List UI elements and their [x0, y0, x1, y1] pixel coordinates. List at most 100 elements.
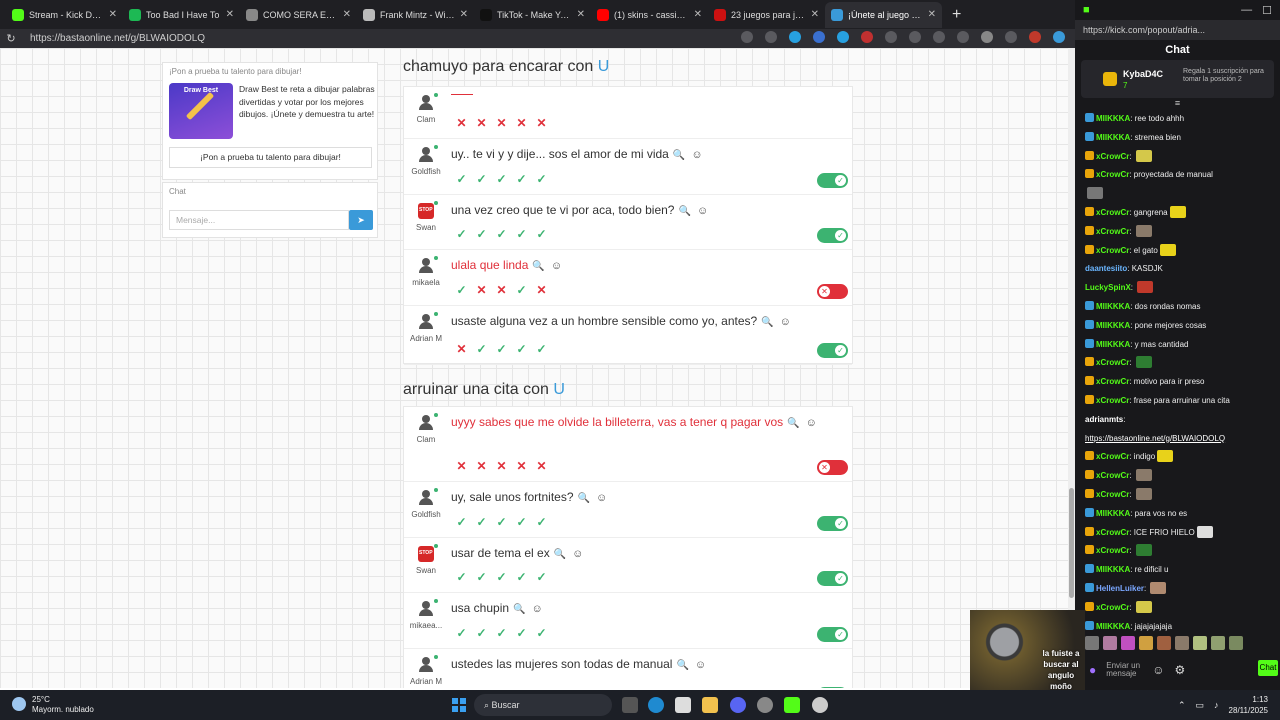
browser-tab[interactable]: Frank Mintz - Wikipedia ✕ — [357, 2, 474, 28]
chat-username[interactable]: xCrowCr — [1096, 227, 1129, 236]
edge-icon[interactable] — [648, 697, 664, 713]
weather-widget[interactable]: 25°C Mayorm. nublado — [12, 695, 94, 715]
vote-toggle[interactable]: ✕ — [817, 460, 848, 475]
search-icon[interactable]: 🔍 — [676, 660, 688, 671]
emote[interactable] — [1139, 636, 1153, 650]
browser-tab[interactable]: (1) skins - cassie & sk ✕ — [591, 2, 708, 28]
app-icon[interactable] — [812, 697, 828, 713]
copilot-icon[interactable] — [1053, 31, 1065, 43]
extension-icon[interactable] — [789, 31, 801, 43]
smile-icon[interactable]: ☺ — [697, 205, 708, 217]
smile-icon[interactable]: ☺ — [695, 659, 706, 671]
search-icon[interactable]: 🔍 — [787, 418, 799, 429]
pinned-toggle-icon[interactable]: ≡ — [1075, 98, 1280, 108]
clock[interactable]: 1:13 28/11/2025 — [1229, 694, 1268, 716]
emote[interactable] — [1157, 636, 1171, 650]
chat-username[interactable]: adrianmts — [1085, 415, 1123, 424]
search-icon[interactable]: 🔍 — [678, 206, 690, 217]
browser-tab[interactable]: Too Bad I Have To ✕ — [123, 2, 240, 28]
chat-username[interactable]: xCrowCr — [1096, 546, 1129, 555]
puzzle-icon[interactable] — [909, 31, 921, 43]
store-icon[interactable] — [675, 697, 691, 713]
search-icon[interactable]: 🔍 — [554, 549, 566, 560]
new-tab-button[interactable]: + — [952, 6, 961, 24]
minimize-button[interactable]: — — [1241, 4, 1252, 16]
url-field[interactable]: https://bastaonline.net/g/BLWAIODOLQ — [30, 33, 205, 44]
star-icon[interactable] — [765, 31, 777, 43]
tab-close-icon[interactable]: ✕ — [928, 9, 936, 20]
promo-button[interactable]: ¡Pon a prueba tu talento para dibujar! — [169, 147, 372, 168]
send-icon[interactable]: ➤ — [349, 210, 373, 230]
chat-input-placeholder[interactable]: Enviar un mensaje — [1106, 662, 1142, 678]
extension-icon[interactable] — [837, 31, 849, 43]
chat-username[interactable]: xCrowCr — [1096, 528, 1129, 537]
chat-username[interactable]: MIIKKKA — [1096, 302, 1130, 311]
vote-toggle[interactable]: ✓ — [817, 571, 848, 586]
menu-icon[interactable] — [1005, 31, 1017, 43]
chat-username[interactable]: xCrowCr — [1096, 170, 1129, 179]
chat-username[interactable]: MIIKKKA — [1096, 509, 1130, 518]
network-icon[interactable]: ▭ — [1196, 700, 1205, 711]
tab-close-icon[interactable]: ✕ — [226, 9, 234, 20]
folder-icon[interactable] — [702, 697, 718, 713]
vote-toggle[interactable]: ✓ — [817, 343, 848, 358]
chat-username[interactable]: MIIKKKA — [1096, 565, 1130, 574]
chat-username[interactable]: MIIKKKA — [1096, 321, 1130, 330]
search-icon[interactable]: 🔍 — [761, 317, 773, 328]
tab-close-icon[interactable]: ✕ — [109, 9, 117, 20]
chat-username[interactable]: daantesiito — [1085, 264, 1127, 273]
smile-icon[interactable]: ☺ — [806, 417, 817, 429]
chat-username[interactable]: MIIKKKA — [1096, 622, 1130, 631]
favorites-icon[interactable] — [933, 31, 945, 43]
vote-toggle[interactable]: ✓ — [817, 516, 848, 531]
chat-username[interactable]: LuckySpinX — [1085, 283, 1131, 292]
chat-username[interactable]: xCrowCr — [1096, 490, 1129, 499]
profile-avatar[interactable] — [981, 31, 993, 43]
smile-icon[interactable]: ☺ — [780, 316, 791, 328]
browser-tab[interactable]: 23 juegos para jugar co ✕ — [708, 2, 825, 28]
vote-toggle[interactable]: ✓ — [817, 228, 848, 243]
search-icon[interactable]: 🔍 — [578, 493, 590, 504]
chat-username[interactable]: HellenLuiker — [1096, 584, 1144, 593]
kick-icon[interactable] — [784, 697, 800, 713]
smile-icon[interactable]: ☺ — [532, 603, 543, 615]
chat-username[interactable]: xCrowCr — [1096, 603, 1129, 612]
vote-toggle[interactable]: ✓ — [817, 627, 848, 642]
emote[interactable] — [1211, 636, 1225, 650]
mic-icon[interactable]: ● — [1089, 663, 1096, 677]
chat-username[interactable]: xCrowCr — [1096, 208, 1129, 217]
chevron-up-icon[interactable]: ⌃ — [1178, 700, 1186, 711]
browser-tab[interactable]: COMO SERA EL HOMBR ✕ — [240, 2, 357, 28]
vote-toggle[interactable]: ✓ — [817, 687, 848, 688]
emote[interactable] — [1175, 636, 1189, 650]
smile-icon[interactable]: ☺ — [691, 149, 702, 161]
maximize-button[interactable]: ☐ — [1262, 4, 1272, 17]
browser-tab[interactable]: ¡Únete al juego Basta! ✕ — [825, 1, 942, 28]
collections-icon[interactable] — [957, 31, 969, 43]
emote[interactable] — [1121, 636, 1135, 650]
extension-icon[interactable] — [813, 31, 825, 43]
smile-icon[interactable]: ☺ — [596, 492, 607, 504]
browser-tab[interactable]: Stream - Kick Dashboar ✕ — [6, 2, 123, 28]
emote[interactable] — [1193, 636, 1207, 650]
chat-message-input[interactable]: Mensaje... — [169, 210, 349, 230]
taskbar-search[interactable]: ⌕ Buscar — [474, 694, 612, 716]
page-scrollbar[interactable] — [1068, 48, 1075, 688]
vote-toggle[interactable]: ✕ — [817, 284, 848, 299]
extension-icon[interactable] — [885, 31, 897, 43]
chat-username[interactable]: xCrowCr — [1096, 152, 1129, 161]
tab-close-icon[interactable]: ✕ — [694, 9, 702, 20]
gift-user[interactable]: KybaD4C — [1123, 69, 1163, 79]
drawbest-image[interactable]: Draw Best — [169, 83, 233, 139]
chat-username[interactable]: MIIKKKA — [1096, 340, 1130, 349]
chat-username[interactable]: xCrowCr — [1096, 358, 1129, 367]
refresh-icon[interactable]: ↻ — [0, 32, 22, 45]
chat-username[interactable]: xCrowCr — [1096, 377, 1129, 386]
chat-username[interactable]: xCrowCr — [1096, 471, 1129, 480]
chrome-icon[interactable] — [757, 697, 773, 713]
chat-link[interactable]: https://bastaonline.net/g/BLWAIODOLQ — [1085, 434, 1225, 443]
emote-icon[interactable]: ☺ — [1152, 663, 1164, 677]
emote[interactable] — [1229, 636, 1243, 650]
send-chat-button[interactable]: Chat — [1258, 660, 1278, 676]
tab-close-icon[interactable]: ✕ — [460, 9, 468, 20]
